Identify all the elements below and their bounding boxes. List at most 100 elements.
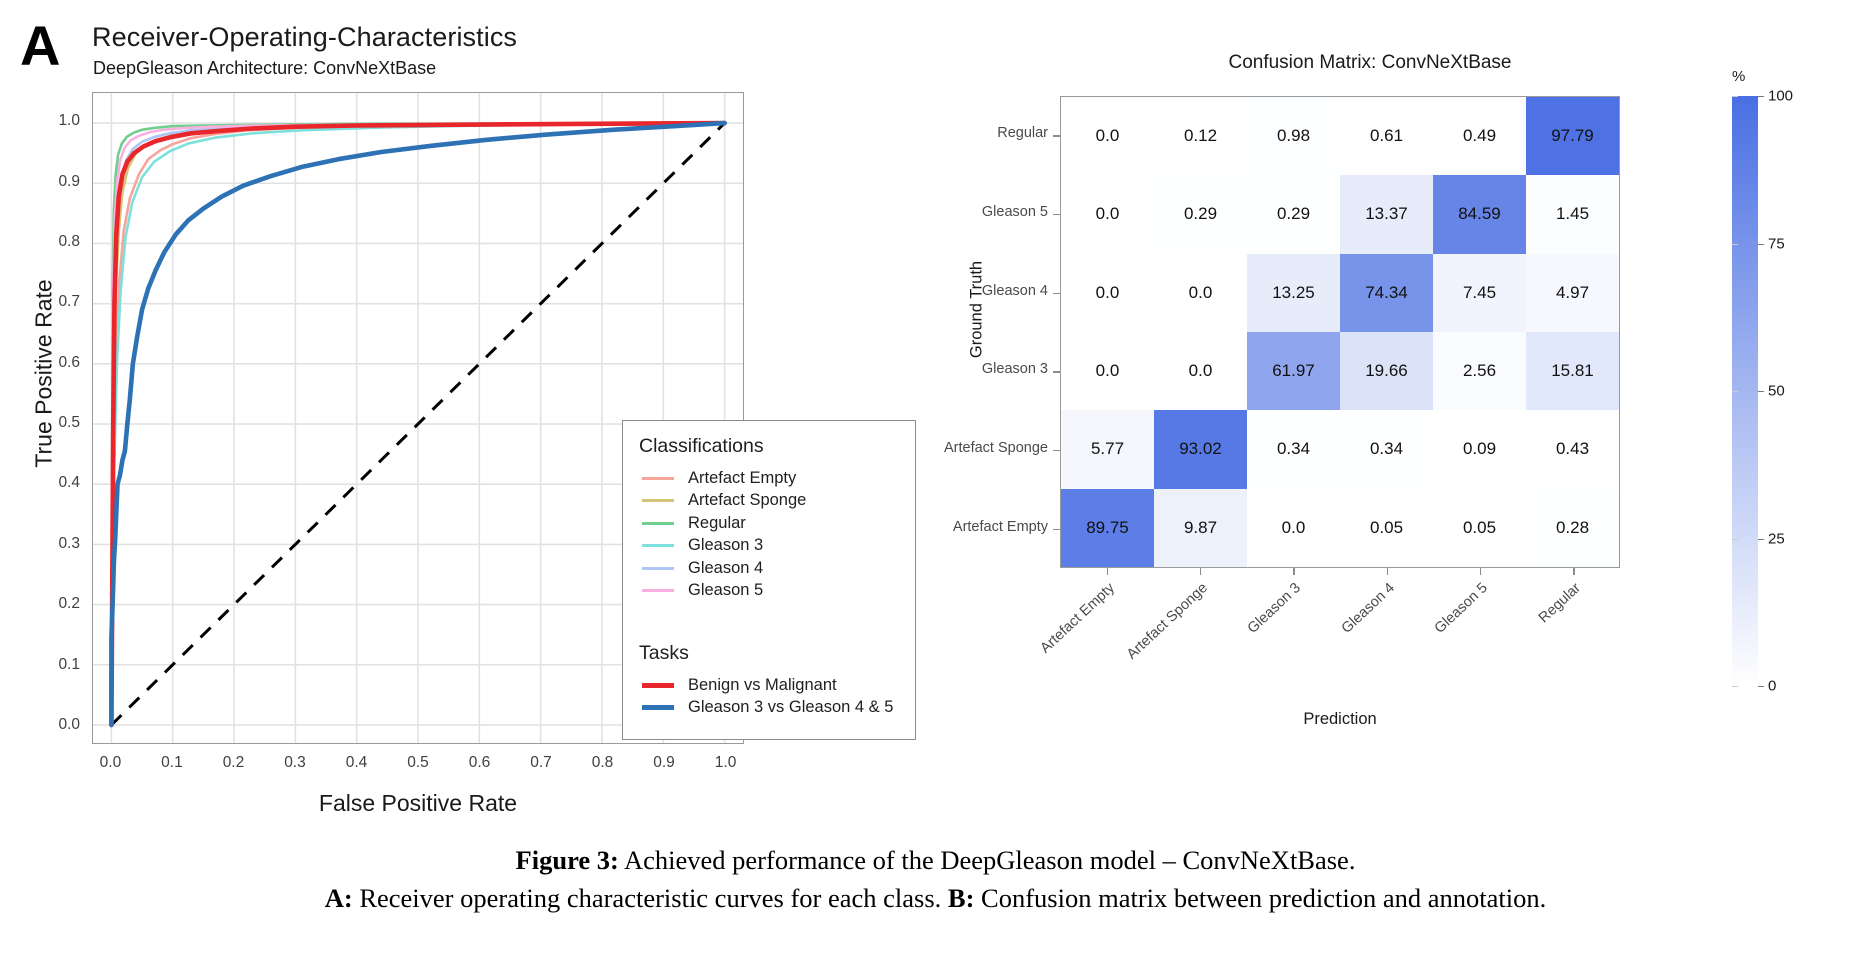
- confusion-matrix-cell: 61.97: [1247, 332, 1340, 411]
- confusion-matrix-grid-wrap: 0.0 0.12 0.98 0.61 0.49 97.79 0.0 0.29 0.29 13.37…: [1060, 96, 1620, 568]
- colorbar-tick-label: 25: [1768, 530, 1785, 547]
- roc-y-tick-label: 1.0: [58, 112, 80, 130]
- roc-y-axis-title: True Positive Rate: [30, 279, 57, 468]
- caption-panel-a-marker: A:: [324, 882, 353, 913]
- legend-color-swatch: [642, 499, 674, 503]
- confusion-matrix-column-tick: [1386, 568, 1388, 575]
- roc-y-tick-label: 0.1: [58, 655, 80, 673]
- confusion-matrix-cell: 9.87: [1154, 488, 1247, 567]
- colorbar-inner-tick: [1732, 686, 1738, 688]
- confusion-matrix-y-axis-title: Ground Truth: [967, 260, 986, 359]
- colorbar-inner-tick: [1732, 243, 1738, 245]
- roc-subtitle: DeepGleason Architecture: ConvNeXtBase: [93, 58, 437, 78]
- colorbar-tick: [1758, 96, 1764, 98]
- confusion-matrix-cell: 0.61: [1340, 97, 1433, 176]
- confusion-matrix-row-label: Artefact Empty: [952, 518, 1048, 535]
- confusion-matrix-cell: 7.45: [1433, 253, 1526, 332]
- legend-classifications-title: Classifications: [639, 435, 764, 457]
- legend-color-swatch: [642, 521, 674, 525]
- legend-item-label: Gleason 4: [688, 558, 764, 577]
- confusion-matrix-cell: 0.29: [1247, 175, 1340, 254]
- confusion-matrix-cell: 0.0: [1061, 253, 1154, 332]
- confusion-matrix-cell: 84.59: [1433, 175, 1526, 254]
- confusion-matrix-column-tick: [1106, 568, 1108, 575]
- legend-classification-item[interactable]: Regular: [639, 512, 915, 535]
- confusion-matrix-cell: 74.34: [1340, 253, 1433, 332]
- colorbar-inner-tick: [1732, 538, 1738, 540]
- confusion-matrix-cell: 2.56: [1433, 332, 1526, 411]
- confusion-matrix-cell: 0.34: [1247, 410, 1340, 489]
- confusion-matrix-cell: 4.97: [1526, 253, 1619, 332]
- confusion-matrix-cell: 0.98: [1247, 97, 1340, 176]
- legend-item-label: Artefact Empty: [688, 468, 797, 487]
- confusion-matrix-cell: 0.0: [1154, 253, 1247, 332]
- confusion-matrix-cell: 0.0: [1061, 175, 1154, 254]
- caption-line-2: A: Receiver operating characteristic cur…: [0, 880, 1871, 918]
- legend-item-label: Benign vs Malignant: [688, 675, 837, 694]
- colorbar-tick-label: 50: [1768, 382, 1785, 400]
- roc-y-tick-label: 0.0: [58, 715, 80, 733]
- panel-b-confusion-matrix: B Confusion Matrix: ConvNeXtBase 0.00.12…: [940, 0, 1871, 840]
- confusion-matrix-cell: 89.75: [1061, 488, 1154, 567]
- legend-classification-item[interactable]: Artefact Sponge: [639, 490, 915, 513]
- colorbar-tick: [1758, 686, 1764, 688]
- legend-classification-item[interactable]: Gleason 4: [639, 557, 915, 580]
- colorbar-tick-label: 75: [1768, 235, 1785, 252]
- roc-x-tick-label: 0.2: [222, 754, 245, 771]
- confusion-matrix-column-tick: [1293, 568, 1295, 575]
- confusion-matrix-cell: 93.02: [1154, 410, 1247, 489]
- confusion-matrix-cell: 5.77: [1061, 410, 1154, 489]
- roc-x-tick-label: 0.9: [653, 754, 675, 771]
- confusion-matrix-column-tick: [1573, 568, 1575, 575]
- legend-classification-item[interactable]: Gleason 5: [639, 580, 915, 603]
- roc-title: Receiver-Operating-Characteristics: [92, 22, 518, 52]
- legend-tasks-list: Benign vs Malignant Gleason 3 vs Gleason …: [639, 674, 915, 719]
- confusion-matrix-cell: 1.45: [1526, 175, 1619, 254]
- legend-classifications-list: Artefact Empty Artefact Sponge Regular Glea…: [639, 467, 915, 602]
- colorbar-inner-tick: [1732, 391, 1738, 393]
- colorbar-inner-tick: [1732, 96, 1738, 98]
- confusion-matrix-cell: 19.66: [1340, 332, 1433, 411]
- confusion-matrix-cell: 97.79: [1526, 97, 1619, 176]
- roc-x-tick-label: 0.3: [284, 754, 306, 771]
- confusion-matrix-cell: 0.43: [1526, 410, 1619, 489]
- roc-x-axis-title: False Positive Rate: [318, 790, 518, 816]
- confusion-matrix-cell: 15.81: [1526, 332, 1619, 411]
- legend-task-item[interactable]: Gleason 3 vs Gleason 4 & 5: [639, 697, 915, 720]
- confusion-matrix-cell: 13.25: [1247, 253, 1340, 332]
- roc-x-tick-label: 0.1: [161, 754, 183, 771]
- legend-classification-item[interactable]: Gleason 3: [639, 535, 915, 558]
- confusion-matrix-cell: 0.09: [1433, 410, 1526, 489]
- legend-color-swatch: [642, 566, 674, 570]
- legend-color-swatch: [642, 544, 674, 548]
- colorbar: % 0 25 50 75 100: [1730, 68, 1840, 695]
- roc-x-tick-label: 0.6: [468, 754, 491, 771]
- legend-task-item[interactable]: Benign vs Malignant: [639, 674, 915, 697]
- confusion-matrix-cell: 0.29: [1154, 175, 1247, 254]
- legend-item-label: Regular: [688, 513, 746, 532]
- legend-tasks-title: Tasks: [639, 642, 689, 664]
- figure-3: A Receiver-Operating-Characteristics Dee…: [0, 0, 1871, 956]
- colorbar-tick: [1758, 538, 1764, 540]
- confusion-matrix-title: Confusion Matrix: ConvNeXtBase: [1228, 52, 1512, 73]
- confusion-matrix-cell: 0.0: [1154, 332, 1247, 411]
- legend-classification-item[interactable]: Artefact Empty: [639, 467, 915, 490]
- panel-a-letter: A: [20, 14, 61, 77]
- legend-item-label: Gleason 3: [688, 536, 764, 555]
- confusion-matrix-cell: 0.34: [1340, 410, 1433, 489]
- confusion-matrix-row-tick: [1053, 292, 1060, 294]
- colorbar-tick-label: 0: [1768, 677, 1777, 695]
- confusion-matrix-row-tick: [1053, 135, 1060, 137]
- confusion-matrix-grid: 0.0 0.12 0.98 0.61 0.49 97.79 0.0 0.29 0.29 13.37…: [1061, 97, 1619, 567]
- legend-item-label: Gleason 3 vs Gleason 4 & 5: [688, 698, 894, 717]
- caption-line-1-text: Achieved performance of the DeepGleason …: [618, 845, 1356, 875]
- confusion-matrix-cell: 0.0: [1061, 97, 1154, 176]
- roc-x-tick-label: 1.0: [714, 754, 737, 771]
- confusion-matrix-x-axis-title: Prediction: [1303, 710, 1377, 728]
- legend-item-label: Gleason 5: [688, 581, 764, 600]
- legend-color-swatch: [642, 476, 674, 480]
- caption-panel-a-text: Receiver operating characteristic curves…: [352, 882, 948, 913]
- roc-y-tick-label: 0.9: [58, 172, 80, 190]
- legend-color-swatch: [642, 589, 674, 593]
- caption-figure-number: Figure 3:: [515, 845, 619, 875]
